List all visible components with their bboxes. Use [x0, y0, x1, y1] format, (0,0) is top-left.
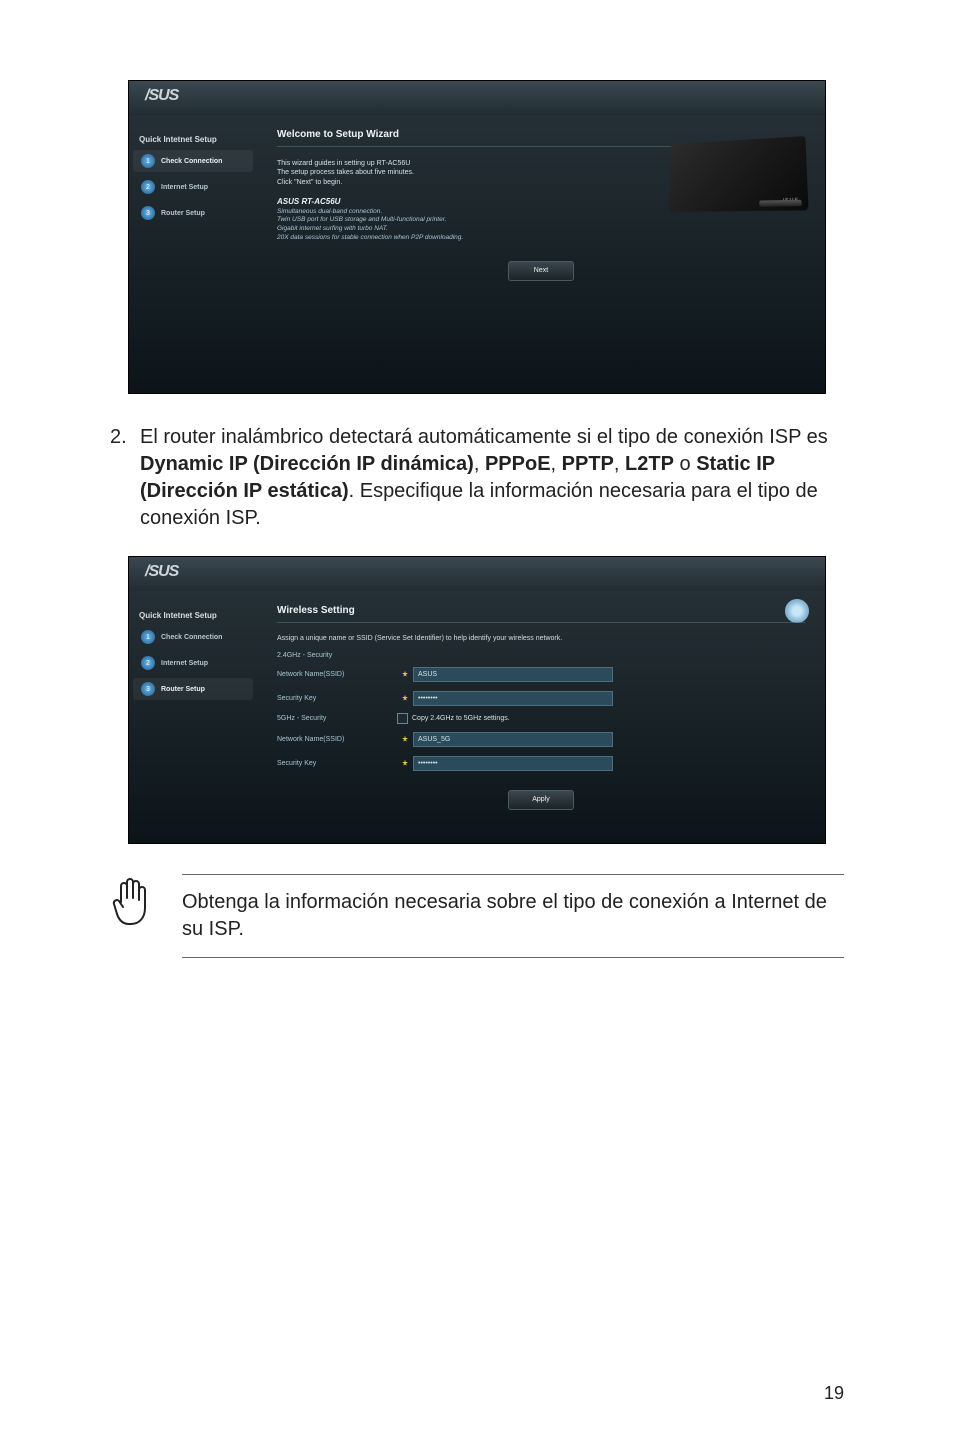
step-router-setup[interactable]: 3 Router Setup: [133, 202, 253, 224]
checkbox-icon[interactable]: [397, 713, 408, 724]
row-ssid-5: Network Name(SSID) ASUS_5G: [277, 730, 805, 748]
section-5ghz: 5GHz - Security: [277, 715, 397, 722]
wizard-sidebar: Quick Intetnet Setup 1 Check Connection …: [129, 591, 257, 843]
text: o: [674, 453, 696, 475]
required-icon: [397, 689, 413, 707]
wizard-body: Quick Intetnet Setup 1 Check Connection …: [129, 591, 825, 843]
intro-line: This wizard guides in setting up RT-AC56…: [277, 160, 410, 167]
instruction-paragraph: 2. El router inalámbrico detectará autom…: [110, 424, 844, 532]
step-number-icon: 1: [141, 154, 155, 168]
feature-line: Twin USB port for USB storage and Multi-…: [277, 216, 557, 225]
help-icon[interactable]: [785, 599, 809, 623]
step-router-setup[interactable]: 3 Router Setup: [133, 678, 253, 700]
step-label: Router Setup: [161, 210, 205, 217]
step-number-icon: 2: [141, 180, 155, 194]
list-number: 2.: [110, 424, 140, 532]
bold-term: L2TP: [625, 453, 674, 475]
feature-line: Simultaneous dual-band connection.: [277, 208, 557, 217]
field-label: Network Name(SSID): [277, 671, 397, 678]
asus-logo: /SUS: [145, 563, 178, 581]
section-24ghz: 2.4GHz - Security: [277, 652, 805, 659]
step-label: Check Connection: [161, 634, 222, 641]
step-label: Router Setup: [161, 686, 205, 693]
row-key-5: Security Key ••••••••: [277, 754, 805, 772]
row-5ghz-header: 5GHz - Security Copy 2.4GHz to 5GHz sett…: [277, 713, 805, 724]
step-check-connection[interactable]: 1 Check Connection: [133, 626, 253, 648]
instruction-text: El router inalámbrico detectará automáti…: [140, 424, 844, 532]
text: ,: [474, 453, 485, 475]
key-24-input[interactable]: ••••••••: [413, 691, 613, 706]
step-check-connection[interactable]: 1 Check Connection: [133, 150, 253, 172]
feature-line: Gigabit internet surfing with turbo NAT.: [277, 225, 557, 234]
step-number-icon: 3: [141, 206, 155, 220]
copy-label: Copy 2.4GHz to 5GHz settings.: [412, 715, 510, 722]
field-label: Security Key: [277, 760, 397, 767]
sidebar-title: Quick Intetnet Setup: [139, 135, 257, 144]
ssid-24-input[interactable]: ASUS: [413, 667, 613, 682]
row-ssid-24: Network Name(SSID) ASUS: [277, 665, 805, 683]
step-label: Internet Setup: [161, 660, 208, 667]
row-key-24: Security Key ••••••••: [277, 689, 805, 707]
feature-line: 20X data sessions for stable connection …: [277, 234, 557, 243]
step-number-icon: 2: [141, 656, 155, 670]
text: ,: [614, 453, 625, 475]
wizard-main: Wireless Setting Assign a unique name or…: [257, 591, 825, 843]
step-internet-setup[interactable]: 2 Internet Setup: [133, 176, 253, 198]
panel-title: Wireless Setting: [277, 605, 805, 616]
wizard-sidebar: Quick Intetnet Setup 1 Check Connection …: [129, 115, 257, 393]
note-row: Obtenga la información necesaria sobre e…: [110, 874, 844, 958]
bold-term: PPPoE: [485, 453, 551, 475]
text: ,: [551, 453, 562, 475]
copy-checkbox-row[interactable]: Copy 2.4GHz to 5GHz settings.: [397, 713, 510, 724]
intro-text: This wizard guides in setting up RT-AC56…: [277, 159, 557, 243]
divider: [277, 622, 805, 623]
wireless-setting-screenshot: /SUS Quick Intetnet Setup 1 Check Connec…: [128, 556, 826, 844]
router-brand-label: /SUS: [782, 198, 799, 205]
next-button[interactable]: Next: [508, 261, 574, 281]
wizard-main: Welcome to Setup Wizard This wizard guid…: [257, 115, 825, 393]
step-number-icon: 1: [141, 630, 155, 644]
setup-wizard-screenshot: /SUS Quick Intetnet Setup 1 Check Connec…: [128, 80, 826, 394]
page-number: 19: [824, 1383, 844, 1404]
required-icon: [397, 665, 413, 683]
router-image: /SUS: [665, 139, 805, 227]
product-name: ASUS RT-AC56U: [277, 197, 340, 206]
router-icon: /SUS: [668, 136, 808, 212]
intro-line: The setup process takes about five minut…: [277, 169, 414, 176]
apply-button[interactable]: Apply: [508, 790, 574, 810]
ssid-5-input[interactable]: ASUS_5G: [413, 732, 613, 747]
window-topbar: /SUS: [129, 557, 825, 591]
sidebar-title: Quick Intetnet Setup: [139, 611, 257, 620]
step-label: Check Connection: [161, 158, 222, 165]
required-icon: [397, 730, 413, 748]
bold-term: Dynamic IP (Dirección IP dinámica): [140, 453, 474, 475]
text: El router inalámbrico detectará automáti…: [140, 426, 828, 448]
required-icon: [397, 754, 413, 772]
bold-term: PPTP: [562, 453, 614, 475]
hand-stop-icon: [110, 874, 158, 958]
key-5-input[interactable]: ••••••••: [413, 756, 613, 771]
instruction-note: Assign a unique name or SSID (Service Se…: [277, 635, 805, 642]
wizard-body: Quick Intetnet Setup 1 Check Connection …: [129, 115, 825, 393]
intro-line: Click "Next" to begin.: [277, 179, 342, 186]
note-text: Obtenga la información necesaria sobre e…: [182, 874, 844, 958]
step-label: Internet Setup: [161, 184, 208, 191]
step-number-icon: 3: [141, 682, 155, 696]
field-label: Security Key: [277, 695, 397, 702]
window-topbar: /SUS: [129, 81, 825, 115]
asus-logo: /SUS: [145, 87, 178, 105]
step-internet-setup[interactable]: 2 Internet Setup: [133, 652, 253, 674]
field-label: Network Name(SSID): [277, 736, 397, 743]
